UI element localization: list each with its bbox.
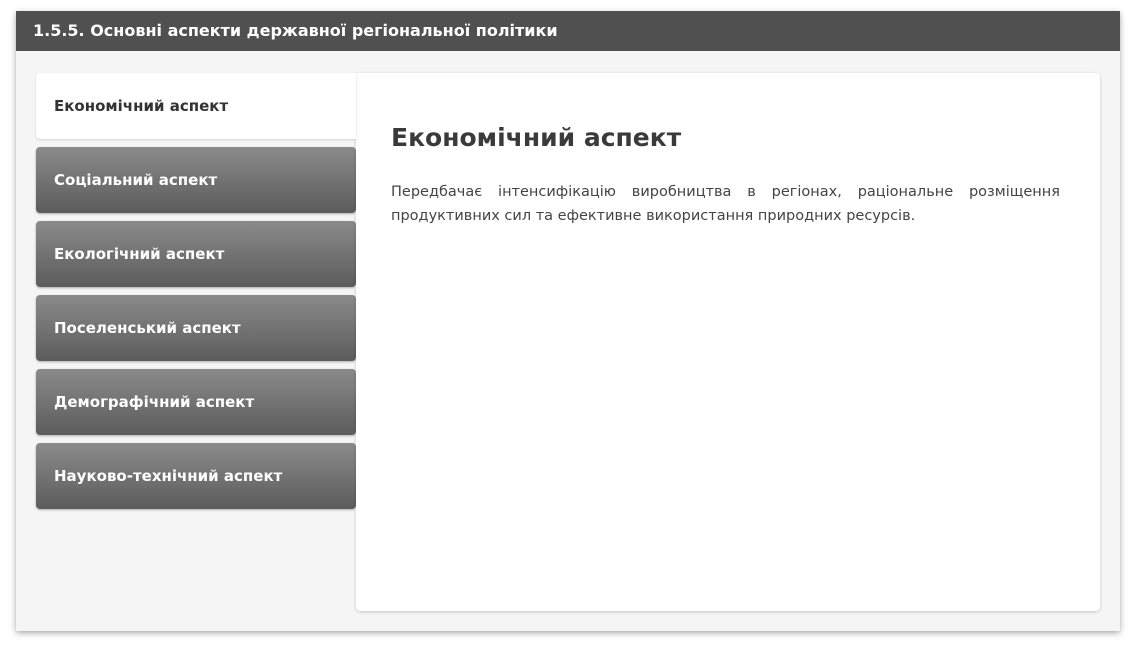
window-title: 1.5.5. Основні аспекти державної регіона… xyxy=(16,11,1120,51)
content-panel: Економічний аспект Передбачає інтенсифік… xyxy=(356,73,1100,611)
tab-ecological[interactable]: Екологічний аспект xyxy=(36,221,356,287)
tab-economic[interactable]: Економічний аспект xyxy=(36,73,356,139)
tab-social[interactable]: Соціальний аспект xyxy=(36,147,356,213)
content-text: Передбачає інтенсифікацію виробництва в … xyxy=(391,184,1060,224)
content-title: Економічний аспект xyxy=(391,123,682,152)
tab-settlement[interactable]: Поселенський аспект xyxy=(36,295,356,361)
lesson-window: 1.5.5. Основні аспекти державної регіона… xyxy=(16,11,1120,631)
tab-demographic[interactable]: Демографічний аспект xyxy=(36,369,356,435)
tab-scientific-technical[interactable]: Науково-технічний аспект xyxy=(36,443,356,509)
